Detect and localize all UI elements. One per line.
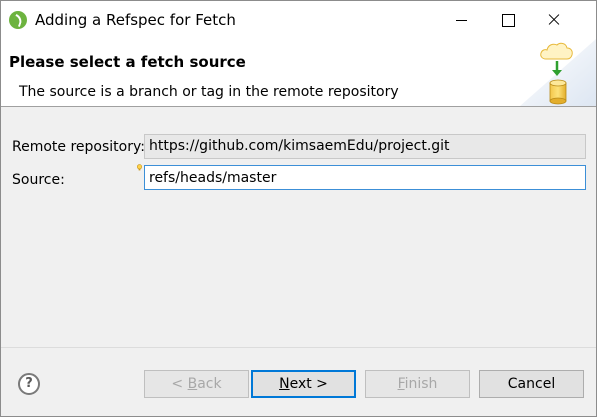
remote-repository-label: Remote repository: [12,139,145,155]
minimize-button[interactable] [438,1,484,39]
back-button-label: ack [197,376,222,392]
next-button-mnemonic: N [279,376,290,392]
title-bar[interactable]: Adding a Refspec for Fetch [1,1,596,39]
window-title: Adding a Refspec for Fetch [35,11,236,29]
close-button[interactable] [530,1,576,39]
remote-repository-field[interactable]: https://github.com/kimsaemEdu/project.gi… [144,134,586,159]
back-button-mnemonic: B [187,376,198,392]
help-button[interactable]: ? [18,373,40,395]
next-button-label: ext > [289,376,328,392]
next-button[interactable]: Next > [251,370,356,398]
back-button[interactable]: < Back [144,370,249,398]
banner-description: The source is a branch or tag in the rem… [19,84,399,100]
cancel-button[interactable]: Cancel [479,370,584,398]
cloud-fetch-database-icon [520,39,596,106]
finish-button-mnemonic: F [397,376,405,392]
source-input[interactable] [144,165,586,190]
dialog-window: Adding a Refspec for Fetch Please select… [0,0,597,417]
finish-button-label: inish [404,376,438,392]
source-label: Source: [12,172,65,188]
back-button-prefix: < [171,376,188,392]
app-icon [9,11,27,29]
maximize-button[interactable] [484,1,530,39]
finish-button[interactable]: Finish [365,370,470,398]
wizard-banner: Please select a fetch source The source … [1,39,596,107]
help-icon: ? [25,376,33,391]
banner-title: Please select a fetch source [9,53,246,71]
content-assist-bulb-icon [136,164,143,171]
footer-divider [1,347,596,348]
